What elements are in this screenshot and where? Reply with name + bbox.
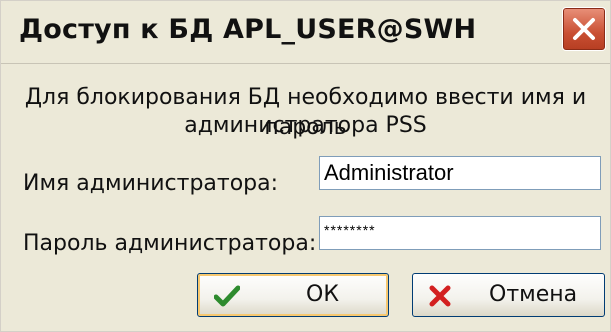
admin-password-label: Пароль администратора: <box>23 231 317 256</box>
ok-button[interactable]: ОК <box>197 273 389 317</box>
cancel-button-label: Отмена <box>489 282 578 307</box>
checkmark-icon <box>214 285 240 307</box>
cancel-button[interactable]: Отмена <box>412 273 605 317</box>
close-icon <box>573 18 595 40</box>
ok-button-label: ОК <box>306 282 339 307</box>
title-bar[interactable]: Доступ к БД APL_USER@SWH <box>1 1 610 64</box>
close-button[interactable] <box>562 7 606 51</box>
dialog-title: Доступ к БД APL_USER@SWH <box>19 14 477 45</box>
cross-icon <box>429 285 451 307</box>
message-line-2: администратора PSS <box>184 113 427 138</box>
login-dialog: Доступ к БД APL_USER@SWH Для блокировани… <box>0 0 611 332</box>
admin-name-label: Имя администратора: <box>23 171 279 196</box>
admin-password-field[interactable]: ******** <box>319 216 601 250</box>
admin-name-field[interactable]: Administrator <box>319 156 601 190</box>
